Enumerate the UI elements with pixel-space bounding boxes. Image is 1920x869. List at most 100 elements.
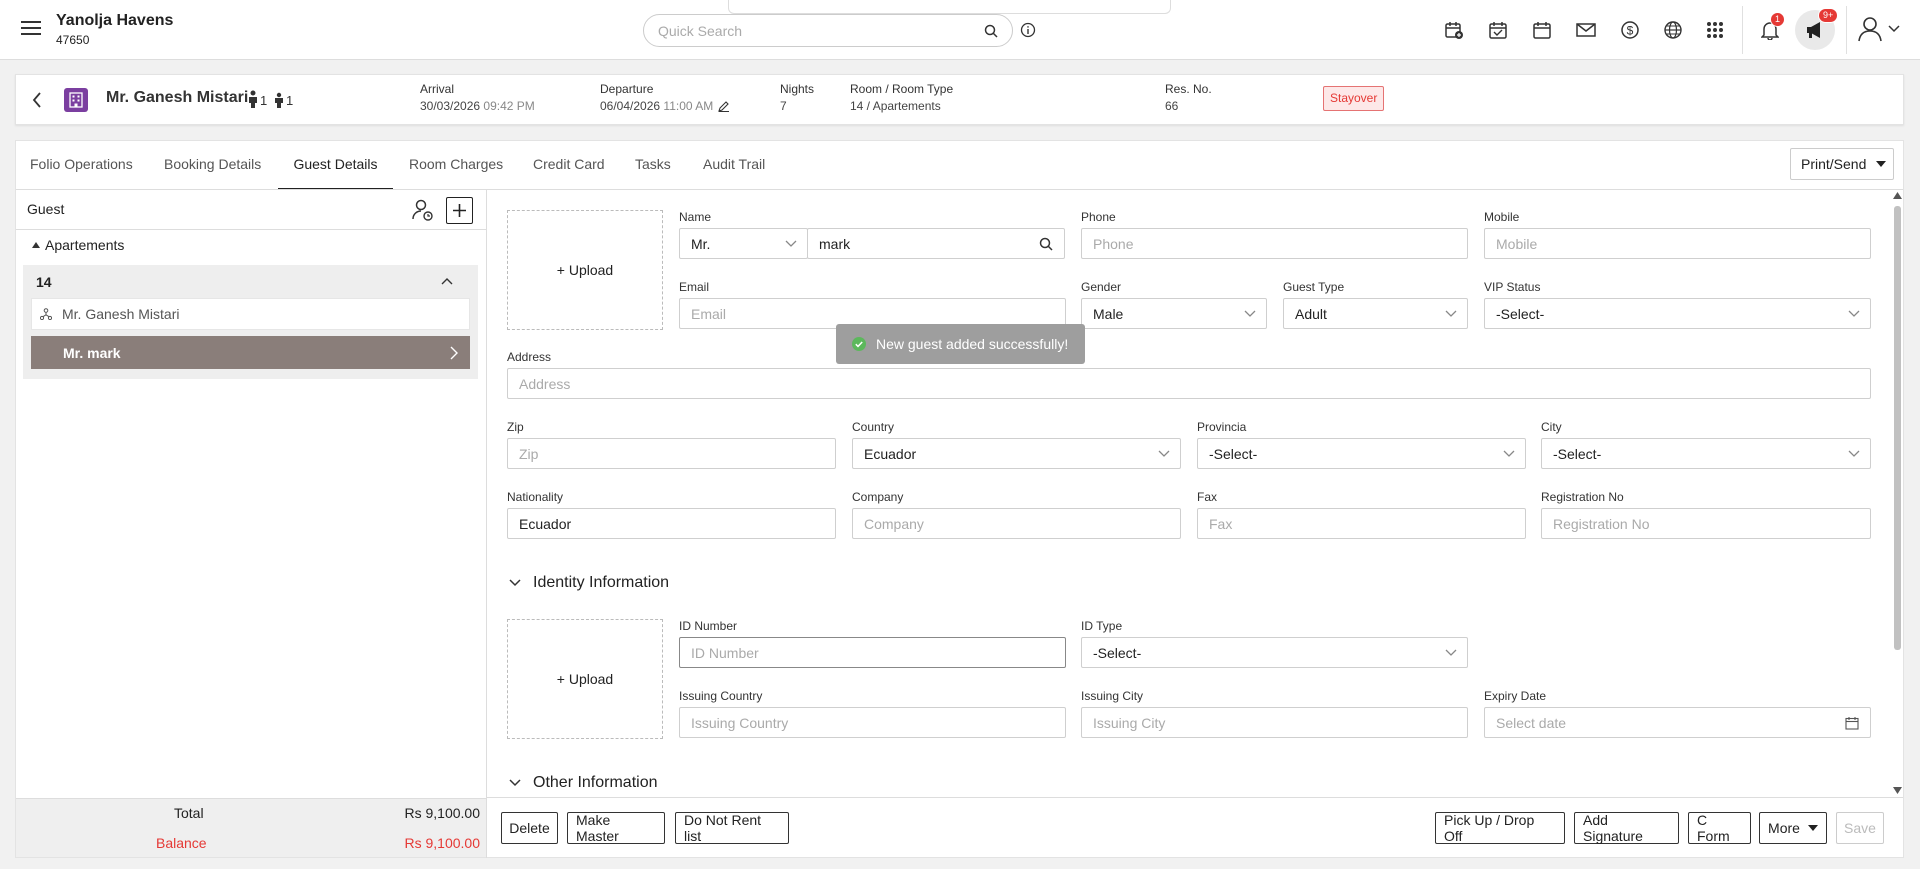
- country-select[interactable]: Ecuador: [852, 438, 1181, 469]
- salutation-select[interactable]: Mr.: [679, 228, 808, 259]
- add-signature-button[interactable]: Add Signature: [1574, 812, 1679, 844]
- issuing-country-input[interactable]: Issuing Country: [679, 707, 1066, 738]
- search-input[interactable]: Quick Search: [643, 14, 1013, 47]
- tab-divider: [16, 189, 1903, 190]
- provincia-label: Provincia: [1197, 420, 1247, 434]
- scroll-up-arrow[interactable]: [1893, 192, 1902, 199]
- print-send-dropdown[interactable]: Print/Send: [1790, 148, 1894, 180]
- child-icon: [274, 92, 284, 108]
- building-icon: [64, 88, 88, 112]
- back-arrow-icon[interactable]: [32, 92, 42, 108]
- issuing-city-label: Issuing City: [1081, 689, 1144, 703]
- guest-list-item[interactable]: Mr. Ganesh Mistari: [31, 298, 470, 330]
- globe-icon[interactable]: [1661, 18, 1685, 42]
- menu-icon[interactable]: [21, 19, 43, 39]
- issuing-city-input[interactable]: Issuing City: [1081, 707, 1468, 738]
- expiry-date-input[interactable]: Select date: [1484, 707, 1871, 738]
- provincia-select[interactable]: -Select-: [1197, 438, 1526, 469]
- zip-label: Zip: [507, 420, 524, 434]
- tab-credit-card[interactable]: Credit Card: [533, 156, 605, 190]
- search-dropdown-edge: [728, 0, 1171, 14]
- tab-tasks[interactable]: Tasks: [635, 156, 671, 190]
- room-number: 14: [36, 274, 52, 290]
- tab-guest-details[interactable]: Guest Details: [278, 156, 393, 190]
- c-form-button[interactable]: C Form: [1688, 812, 1751, 844]
- pickup-dropoff-button[interactable]: Pick Up / Drop Off: [1435, 812, 1565, 844]
- room-type-group[interactable]: Apartements: [32, 237, 124, 253]
- gender-select[interactable]: Male: [1081, 298, 1267, 329]
- top-bar: Yanolja Havens 47650 Quick Search $ 1 9+: [0, 0, 1920, 60]
- sidebar-title: Guest: [27, 201, 65, 217]
- chevron-down-icon: [1445, 310, 1457, 318]
- id-upload[interactable]: + Upload: [507, 619, 663, 739]
- announcement-badge: 9+: [1818, 8, 1839, 23]
- user-icon: [1858, 16, 1882, 42]
- registration-no-input[interactable]: Registration No: [1541, 508, 1871, 539]
- zip-input[interactable]: Zip: [507, 438, 836, 469]
- adult-count: 1: [248, 90, 267, 108]
- mobile-label: Mobile: [1484, 210, 1520, 224]
- id-number-label: ID Number: [679, 619, 738, 633]
- guest-link-icon[interactable]: [411, 198, 435, 222]
- scrollbar[interactable]: [1893, 192, 1902, 796]
- mail-icon[interactable]: [1574, 18, 1598, 42]
- tab-folio-operations[interactable]: Folio Operations: [30, 156, 133, 190]
- tab-room-charges[interactable]: Room Charges: [409, 156, 503, 190]
- id-number-input[interactable]: ID Number: [679, 637, 1066, 668]
- make-master-button[interactable]: Make Master: [567, 812, 665, 844]
- delete-button[interactable]: Delete: [501, 812, 558, 844]
- edit-pencil-icon[interactable]: [718, 100, 730, 112]
- master-guest-icon: [40, 308, 52, 320]
- fax-input[interactable]: Fax: [1197, 508, 1526, 539]
- chevron-down-icon: [1445, 649, 1457, 657]
- address-input[interactable]: Address: [507, 368, 1871, 399]
- caret-down-icon: [1876, 161, 1887, 167]
- company-input[interactable]: Company: [852, 508, 1181, 539]
- vip-status-select[interactable]: -Select-: [1484, 298, 1871, 329]
- bell-icon[interactable]: 1: [1758, 12, 1786, 42]
- more-dropdown[interactable]: More: [1759, 812, 1827, 844]
- city-select[interactable]: -Select-: [1541, 438, 1871, 469]
- add-guest-button[interactable]: [446, 197, 473, 224]
- other-section-toggle[interactable]: Other Information: [509, 774, 658, 792]
- calendar-check-icon[interactable]: [1486, 18, 1510, 42]
- name-input[interactable]: mark: [807, 228, 1065, 259]
- status-badge: Stayover: [1323, 86, 1385, 111]
- calendar-icon[interactable]: [1845, 716, 1859, 730]
- guest-list-item-selected[interactable]: Mr. mark: [31, 336, 470, 369]
- identity-section-toggle[interactable]: Identity Information: [509, 574, 669, 592]
- chevron-up-icon[interactable]: [441, 277, 453, 285]
- total-label: Total: [174, 805, 204, 821]
- toast-message: New guest added successfully!: [876, 336, 1069, 352]
- search-icon[interactable]: [984, 24, 998, 38]
- tab-audit-trail[interactable]: Audit Trail: [703, 156, 765, 190]
- calendar-add-icon[interactable]: [1442, 18, 1466, 42]
- chevron-down-icon: [1848, 450, 1860, 458]
- chevron-down-icon: [785, 240, 797, 248]
- apps-grid-icon[interactable]: [1703, 18, 1727, 42]
- country-label: Country: [852, 420, 895, 434]
- room-label: Room / Room Type: [850, 82, 954, 96]
- search-icon[interactable]: [1039, 237, 1053, 251]
- tab-booking-details[interactable]: Booking Details: [164, 156, 261, 190]
- calendar-icon[interactable]: [1530, 18, 1554, 42]
- id-type-select[interactable]: -Select-: [1081, 637, 1468, 668]
- caret-up-icon: [32, 242, 40, 248]
- scroll-down-arrow[interactable]: [1893, 787, 1902, 794]
- nights-value: 7: [780, 99, 787, 113]
- fax-label: Fax: [1197, 490, 1218, 504]
- do-not-rent-button[interactable]: Do Not Rent list: [675, 812, 789, 844]
- save-button[interactable]: Save: [1836, 812, 1884, 844]
- guest-type-select[interactable]: Adult: [1283, 298, 1468, 329]
- scrollbar-thumb[interactable]: [1894, 206, 1901, 650]
- user-menu[interactable]: [1858, 16, 1900, 42]
- phone-input[interactable]: Phone: [1081, 228, 1468, 259]
- mobile-input[interactable]: Mobile: [1484, 228, 1871, 259]
- notification-badge: 1: [1770, 12, 1786, 27]
- info-icon[interactable]: [1020, 22, 1036, 38]
- photo-upload[interactable]: + Upload: [507, 210, 663, 330]
- dollar-icon[interactable]: $: [1618, 18, 1642, 42]
- announcement-button[interactable]: 9+: [1795, 8, 1839, 50]
- nationality-input[interactable]: Ecuador: [507, 508, 836, 539]
- name-label: Name: [679, 210, 712, 224]
